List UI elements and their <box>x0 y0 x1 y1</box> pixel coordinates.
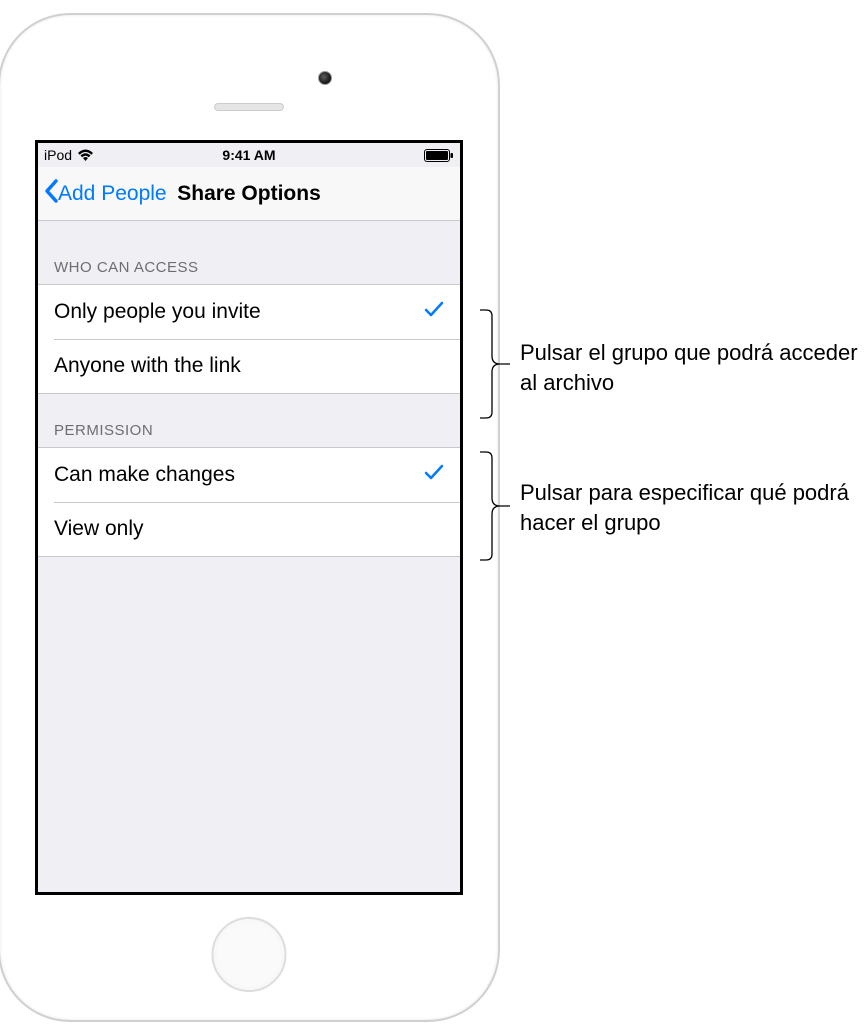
option-view-only[interactable]: View only <box>38 502 460 556</box>
page-title: Share Options <box>177 182 321 206</box>
option-can-make-changes[interactable]: Can make changes <box>38 448 460 502</box>
back-label: Add People <box>58 182 167 206</box>
home-button[interactable] <box>212 917 287 992</box>
checkmark-icon <box>424 300 444 324</box>
option-only-people-you-invite[interactable]: Only people you invite <box>38 285 460 339</box>
callout-permission: Pulsar para especificar qué podrá hacer … <box>520 478 865 537</box>
speaker-grille <box>214 103 284 111</box>
section-header-permission: PERMISSION <box>38 394 460 447</box>
callout-bracket-permission <box>480 450 512 562</box>
back-button[interactable]: Add People <box>38 178 167 210</box>
callout-bracket-access <box>480 308 512 420</box>
screen: iPod 9:41 AM <box>35 140 463 895</box>
status-bar: iPod 9:41 AM <box>38 143 460 167</box>
option-anyone-with-link[interactable]: Anyone with the link <box>38 339 460 393</box>
section-header-access: WHO CAN ACCESS <box>38 221 460 284</box>
option-label: Only people you invite <box>54 300 261 324</box>
wifi-icon <box>77 149 94 162</box>
callout-access: Pulsar el grupo que podrá acceder al arc… <box>520 338 865 397</box>
carrier-label: iPod <box>44 147 72 163</box>
option-label: Anyone with the link <box>54 354 241 378</box>
checkmark-icon <box>424 463 444 487</box>
battery-icon <box>424 149 454 162</box>
permission-group: Can make changes View only <box>38 447 460 557</box>
front-camera <box>318 71 332 85</box>
device-frame: iPod 9:41 AM <box>0 15 498 1020</box>
option-label: Can make changes <box>54 463 235 487</box>
status-time: 9:41 AM <box>222 147 275 163</box>
nav-bar: Add People Share Options <box>38 167 460 221</box>
access-group: Only people you invite Anyone with the l… <box>38 284 460 394</box>
option-label: View only <box>54 517 144 541</box>
